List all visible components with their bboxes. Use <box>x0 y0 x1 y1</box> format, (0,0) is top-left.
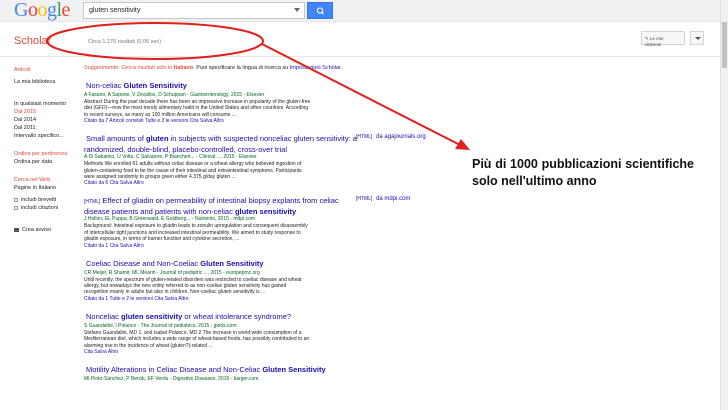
nav-articles[interactable]: Articoli <box>14 66 80 74</box>
result-authors: A Di Sabatino, U Volta, C Salvatore, P B… <box>84 154 257 161</box>
scholar-title[interactable]: Scholar <box>14 35 51 47</box>
result-title-part: Nonceliac <box>86 311 122 321</box>
result-title-highlight: Gluten Sensitivity <box>200 258 264 268</box>
nav-custom-range[interactable]: Intervallo specifico... <box>14 132 80 140</box>
result-item: Small amounts of gluten in subjects with… <box>84 134 434 187</box>
full-text-source: da agajournals.org <box>376 134 426 141</box>
result-title-link[interactable]: Motility Alterations in Celiac Disease a… <box>84 365 359 376</box>
full-text-link[interactable]: [HTML] da agajournals.org <box>356 134 426 140</box>
include-patents-checkbox[interactable]: includi brevetti <box>14 196 80 204</box>
result-title-link[interactable]: [HTML] Effect of gliadin on permeability … <box>84 196 359 216</box>
create-alert-link[interactable]: Crea avviso <box>14 226 80 234</box>
result-item: Motility Alterations in Celiac Disease a… <box>84 365 434 383</box>
checkbox-icon <box>14 205 18 210</box>
include-citations-checkbox[interactable]: includi citazioni <box>14 204 80 212</box>
suggestion-text[interactable]: Cerca risultati solo in <box>121 65 172 71</box>
result-title-highlight: gluten sensitivity <box>121 311 183 321</box>
result-item: Non-celiac Gluten Sensitivity A Fasano, A… <box>84 81 434 125</box>
pencil-icon: ✎ <box>645 36 649 41</box>
result-actions[interactable]: Citato da 1 Tutte e 2 le versioni Cita S… <box>84 296 434 303</box>
result-authors: S Guandalini, I Polanco - The Journal of… <box>84 322 237 329</box>
scholar-subbar: Scholar Circa 1.270 risultati (0,06 sec)… <box>0 23 720 57</box>
scrollbar-thumb[interactable] <box>722 22 727 68</box>
result-snippet: Abstract During the past decade there ha… <box>84 99 311 118</box>
include-citations-label: includi citazioni <box>21 205 58 211</box>
language-suggestion: Suggerimento: Cerca risultati solo in It… <box>84 65 434 71</box>
full-text-tag: [HTML] <box>356 134 373 141</box>
suggestion-label: Suggerimento: <box>84 65 120 71</box>
full-text-link[interactable]: [HTML] da mdpi.com <box>356 196 410 202</box>
full-text-source: da mdpi.com <box>376 196 411 203</box>
results-count: Circa 1.270 risultati (0,06 sec) <box>88 39 162 45</box>
google-logo[interactable]: Google <box>14 0 70 22</box>
result-snippet: Background: Intestinal exposure to gliad… <box>84 223 308 243</box>
scholar-settings-link[interactable]: Impostazioni Scholar. <box>290 65 342 71</box>
nav-library[interactable]: La mia biblioteca <box>14 78 80 86</box>
left-nav: Articoli La mia biblioteca In qualsiasi … <box>14 66 80 234</box>
result-authors: CR Meijer, R Shamir, ML Mearin - Journal… <box>84 269 260 276</box>
nav-since-2014[interactable]: Dal 2014 <box>14 116 80 124</box>
annotation-callout: Più di 1000 pubblicazioni scientifiche s… <box>472 157 694 188</box>
result-title-highlight: gluten sensitivity <box>234 207 297 217</box>
result-item: Coeliac Disease and Non-Coeliac Gluten S… <box>84 259 434 303</box>
full-text-tag: [HTML] <box>356 196 373 203</box>
include-patents-label: includi brevetti <box>21 197 57 203</box>
nav-any-time[interactable]: In qualsiasi momento <box>14 100 80 108</box>
search-input[interactable]: gluten sensitivity <box>83 2 305 19</box>
chevron-down-icon[interactable] <box>294 8 300 12</box>
full-text-link[interactable] <box>356 81 358 87</box>
result-actions[interactable]: Citato da 7 Articoli correlati Tutte e 3… <box>84 118 434 125</box>
result-snippet: Until recently, the spectrum of gluten-r… <box>84 276 302 296</box>
result-item: Nonceliac gluten sensitivity or wheat in… <box>84 312 434 356</box>
envelope-icon <box>14 227 19 232</box>
checkbox-icon <box>14 197 18 202</box>
create-alert-label: Crea avviso <box>22 227 52 233</box>
nav-italian-pages[interactable]: Pagine in Italiano <box>14 184 80 192</box>
result-title-link[interactable]: Coeliac Disease and Non-Coeliac Gluten S… <box>84 259 359 270</box>
result-title-part: Effect of gliadin on permeability of int… <box>84 196 339 217</box>
result-snippet: Methods We enrolled 61 adults without ce… <box>84 161 302 181</box>
result-title-highlight: Gluten Sensitivity <box>123 81 187 90</box>
nav-sort-date[interactable]: Ordina per data <box>14 158 80 166</box>
nav-search-web[interactable]: Cerca nel Web <box>14 176 80 184</box>
result-title-part: Non-celiac <box>86 81 124 90</box>
results-list: Suggerimento: Cerca risultati solo in It… <box>84 65 434 392</box>
result-title-link[interactable]: Small amounts of gluten in subjects with… <box>84 134 359 154</box>
nav-since-2011[interactable]: Dal 2011 <box>14 124 80 132</box>
result-snippet: Stefano Guandalini, MD 1, and Isabel Pol… <box>84 329 310 349</box>
result-title-part: Small amounts of <box>86 134 147 144</box>
chevron-down-icon <box>695 37 701 40</box>
full-text-link[interactable] <box>356 259 358 265</box>
nav-sort-relevance[interactable]: Ordina per pertinenza <box>14 150 80 158</box>
suggestion-lang[interactable]: Italiano <box>174 65 193 71</box>
result-actions[interactable]: Cita Salva Altro <box>84 349 434 356</box>
suggestion-rest: . Puoi specificare la lingua di ricerca … <box>193 65 289 71</box>
result-title-part: Coeliac Disease and Non-Coeliac <box>86 258 201 268</box>
result-title-part: Motility Alterations in Celiac Disease a… <box>86 365 263 375</box>
result-title-part: or wheat intolerance syndrome? <box>182 311 292 321</box>
result-title-highlight: Gluten Sensitivity <box>262 365 326 375</box>
result-authors: A Fasano, A Sapone, V Zevallos, D Schupp… <box>84 92 265 98</box>
result-title-highlight: gluten <box>146 134 169 144</box>
result-format-tag: [HTML] <box>84 199 101 206</box>
full-text-link[interactable] <box>356 312 358 318</box>
annotation-arrowhead <box>455 139 470 150</box>
result-actions[interactable]: Citato da 1 Cita Salva Altro <box>84 243 434 250</box>
result-title-link[interactable]: Non-celiac Gluten Sensitivity <box>84 81 359 92</box>
settings-dropdown-button[interactable] <box>690 31 704 45</box>
search-button[interactable] <box>307 2 333 19</box>
search-icon <box>316 7 325 15</box>
my-citations-button[interactable]: ✎ Le mie citazioni <box>641 31 685 47</box>
result-item: [HTML] Effect of gliadin on permeability … <box>84 196 434 249</box>
top-bar: Google gluten sensitivity <box>0 0 720 22</box>
search-input-value: gluten sensitivity <box>89 7 141 14</box>
result-title-link[interactable]: Nonceliac gluten sensitivity or wheat in… <box>84 312 359 323</box>
result-actions[interactable]: Citato da 6 Cita Salva Altro <box>84 180 434 187</box>
result-authors: MI Pinto-Sánchez, P Bercik, EF Verdu - D… <box>84 376 259 383</box>
full-text-link[interactable] <box>356 365 358 371</box>
page-scrollbar[interactable] <box>720 0 728 410</box>
result-authors: J Hollon, EL Puppa, B Greenwald, E Goldb… <box>84 216 256 223</box>
nav-since-2015[interactable]: Dal 2015 <box>14 108 80 116</box>
